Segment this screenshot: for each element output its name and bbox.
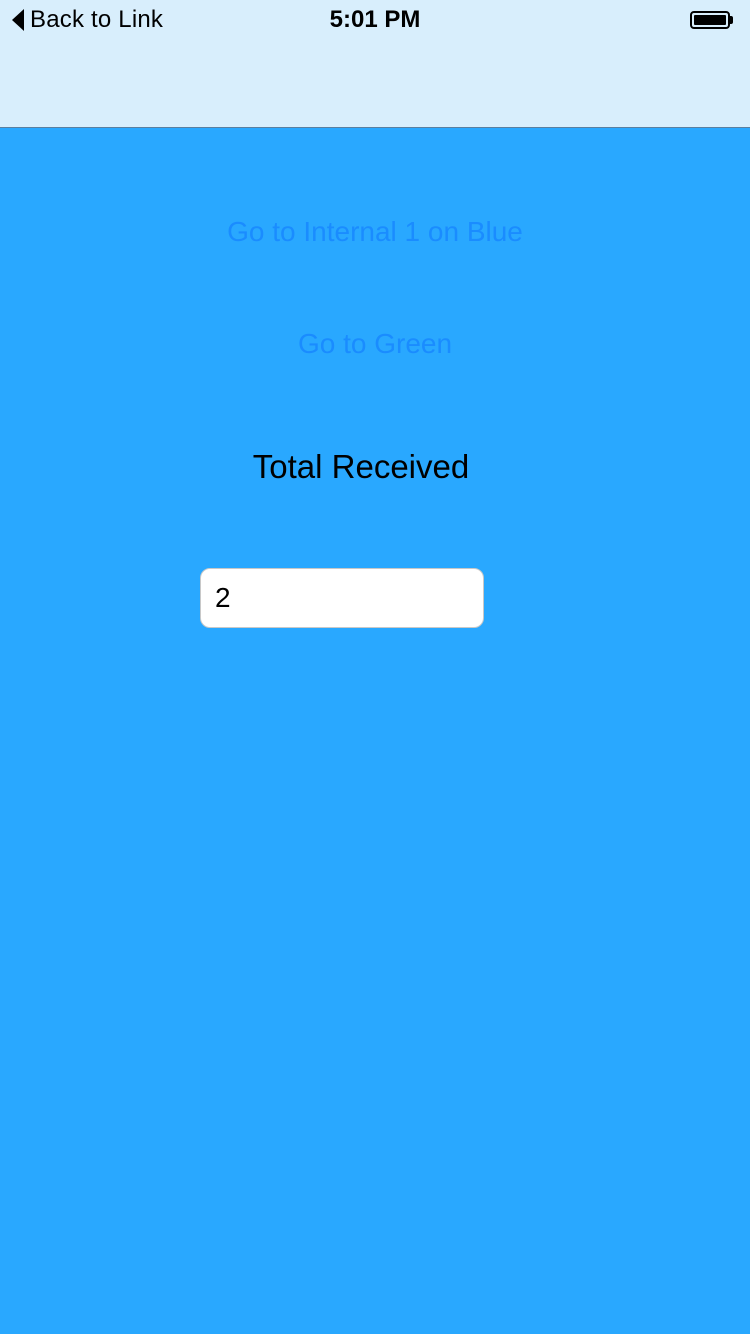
total-received-label: Total Received — [252, 448, 470, 485]
battery-icon — [690, 11, 734, 29]
total-received-field[interactable] — [200, 568, 484, 628]
status-bar: Back to Link 5:01 PM — [0, 0, 750, 40]
go-to-internal-1-button[interactable]: Go to Internal 1 on Blue — [0, 216, 750, 248]
navigation-bar: Back to Link 5:01 PM — [0, 0, 750, 128]
status-time: 5:01 PM — [329, 6, 421, 33]
go-to-green-button[interactable]: Go to Green — [0, 328, 750, 360]
